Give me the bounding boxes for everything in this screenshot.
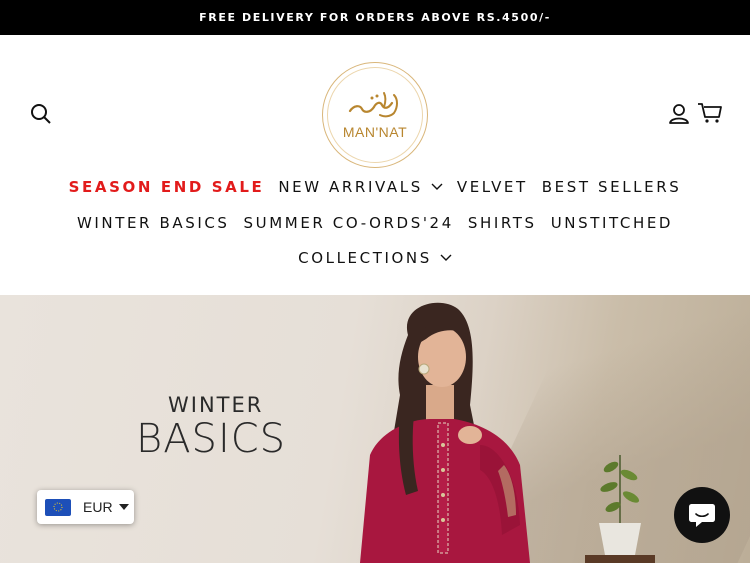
nav-winter-basics[interactable]: WINTER BASICS (77, 214, 230, 232)
currency-code: EUR (83, 499, 113, 515)
logo-ring (327, 67, 423, 163)
hero-title-basics: BASICS (136, 416, 287, 462)
caret-down-icon (118, 504, 129, 510)
search-button[interactable] (26, 99, 56, 129)
brand-logo[interactable]: MAN'NAT (322, 62, 428, 168)
chat-button[interactable] (674, 487, 730, 543)
chevron-down-icon (440, 254, 452, 261)
chat-icon (689, 504, 715, 527)
nav-best-sellers[interactable]: BEST SELLERS (542, 178, 682, 196)
nav-shirts[interactable]: SHIRTS (468, 214, 537, 232)
chevron-down-icon (431, 183, 443, 190)
main-nav-row-2: WINTER BASICS SUMMER CO-ORDS'24 SHIRTS U… (0, 214, 750, 232)
nav-collections-label: COLLECTIONS (298, 249, 432, 267)
cart-icon (698, 103, 722, 123)
user-icon (669, 104, 689, 124)
nav-velvet[interactable]: VELVET (457, 178, 528, 196)
nav-summer-co-ords[interactable]: SUMMER CO-ORDS'24 (244, 214, 454, 232)
eu-flag-icon (45, 498, 71, 516)
site-header: MAN'NAT SEASON END SALE NEW ARRIVALS VEL… (0, 35, 750, 295)
main-nav-row-3: COLLECTIONS (0, 249, 750, 267)
hero-model-image (360, 302, 530, 563)
account-button[interactable] (664, 99, 694, 129)
nav-new-arrivals-label: NEW ARRIVALS (278, 178, 423, 196)
nav-unstitched[interactable]: UNSTITCHED (551, 214, 673, 232)
currency-selector[interactable]: EUR (37, 490, 134, 524)
nav-collections[interactable]: COLLECTIONS (298, 249, 452, 267)
nav-new-arrivals[interactable]: NEW ARRIVALS (278, 178, 443, 196)
hero-title-winter: WINTER (168, 393, 264, 417)
main-nav-row-1: SEASON END SALE NEW ARRIVALS VELVET BEST… (0, 178, 750, 196)
search-icon (31, 104, 51, 124)
announcement-bar: FREE DELIVERY FOR ORDERS ABOVE RS.4500/- (0, 0, 750, 35)
announcement-text: FREE DELIVERY FOR ORDERS ABOVE RS.4500/- (199, 11, 551, 24)
cart-button[interactable] (694, 97, 726, 129)
nav-season-end-sale[interactable]: SEASON END SALE (69, 178, 265, 196)
hero-plant-image (585, 455, 655, 563)
